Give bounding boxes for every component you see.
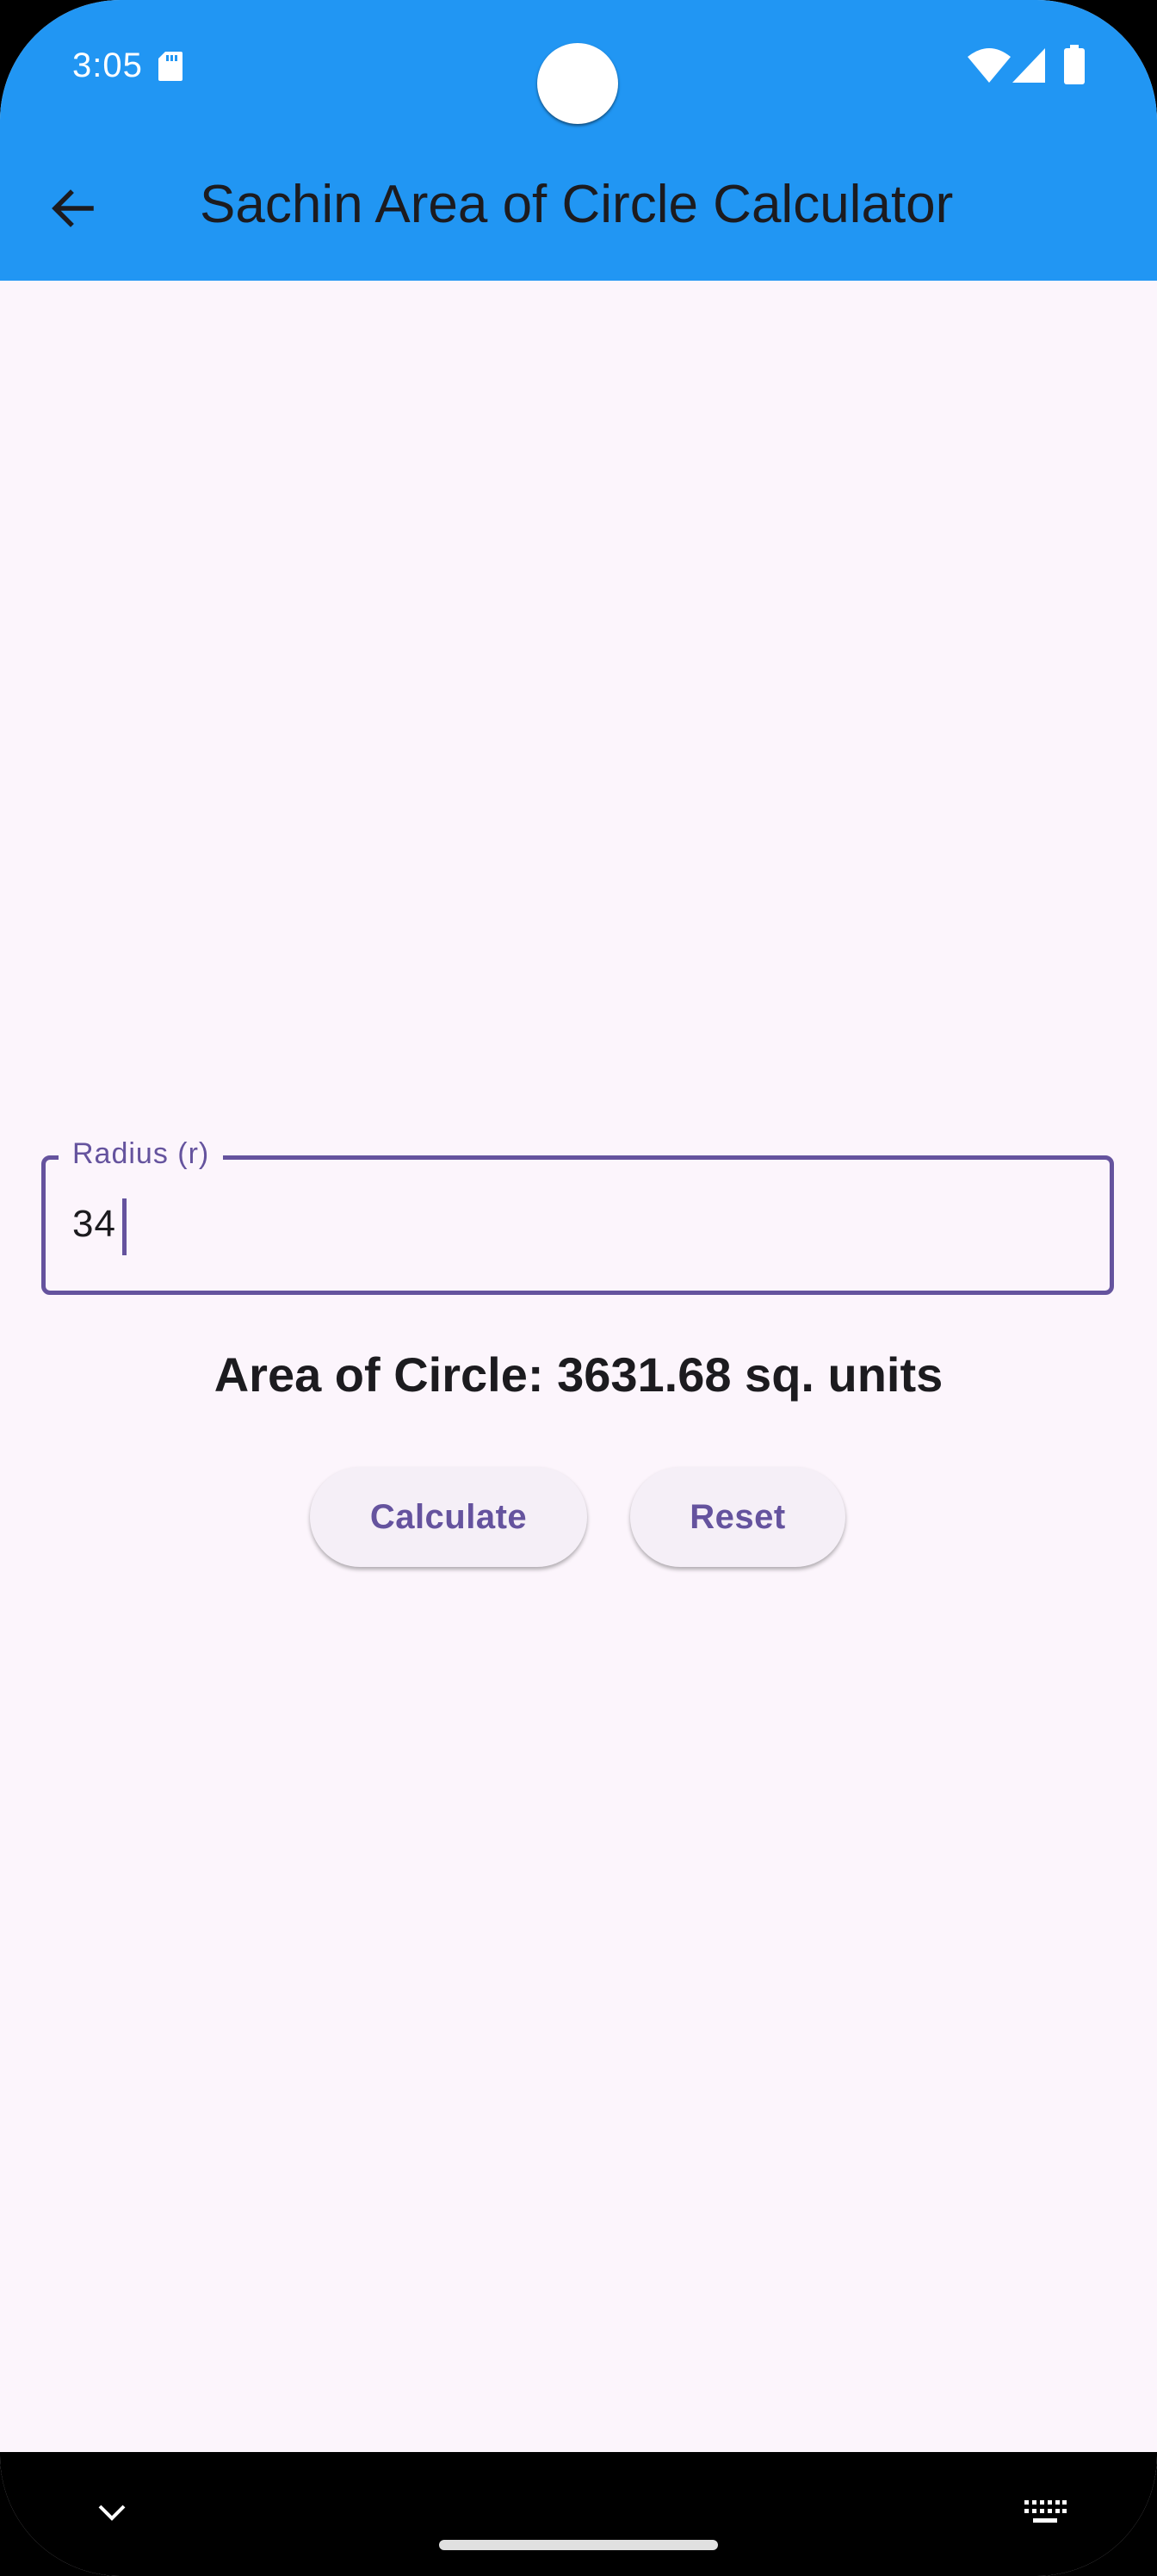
navigation-bar <box>0 2452 1157 2576</box>
home-indicator[interactable] <box>439 2540 718 2550</box>
radius-input[interactable] <box>41 1155 1114 1295</box>
calculate-button[interactable]: Calculate <box>310 1467 587 1567</box>
wifi-icon <box>968 48 1011 83</box>
keyboard-icon[interactable] <box>1023 2499 1067 2526</box>
sd-card-icon <box>158 52 183 81</box>
status-time: 3:05 <box>72 46 143 84</box>
back-arrow-icon[interactable] <box>48 184 96 232</box>
front-camera <box>537 43 618 124</box>
app-bar: 3:05 Sachin Area of Circle Calculator <box>0 0 1157 281</box>
text-cursor <box>122 1198 127 1255</box>
signal-icon <box>1012 48 1045 83</box>
radius-input-value[interactable]: 34 <box>72 1200 116 1248</box>
status-bar: 3:05 <box>0 0 1157 138</box>
chevron-down-icon[interactable] <box>96 2502 127 2523</box>
radius-input-label: Radius (r) <box>59 1135 224 1173</box>
calculate-button-label: Calculate <box>369 1497 528 1536</box>
battery-icon <box>1064 45 1085 84</box>
phone-screen: 3:05 Sachin Area of Circle Calculator Ra… <box>0 0 1157 2576</box>
reset-button-label: Reset <box>690 1497 786 1536</box>
reset-button[interactable]: Reset <box>630 1467 845 1567</box>
page-title: Sachin Area of Circle Calculator <box>200 175 954 234</box>
area-result-text: Area of Circle: 3631.68 sq. units <box>213 1347 944 1402</box>
